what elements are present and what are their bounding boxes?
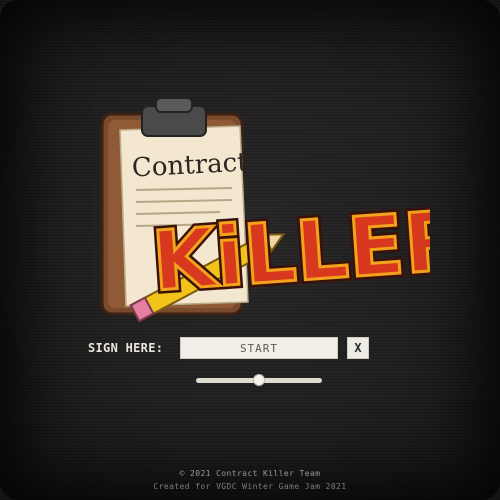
slider-thumb[interactable] — [253, 374, 265, 386]
signature-input[interactable]: START — [180, 337, 338, 359]
volume-slider[interactable] — [196, 374, 322, 386]
close-button[interactable]: X — [347, 337, 369, 359]
game-logo: Contract KiLLER KiLLER — [100, 97, 430, 323]
copyright-text: © 2021 Contract Killer Team — [179, 469, 321, 478]
sign-here-label: SIGN HERE: — [88, 341, 164, 355]
contract-word: Contract — [131, 147, 249, 183]
credit-text: Created for VGDC Winter Game Jam 2021 — [153, 482, 347, 491]
